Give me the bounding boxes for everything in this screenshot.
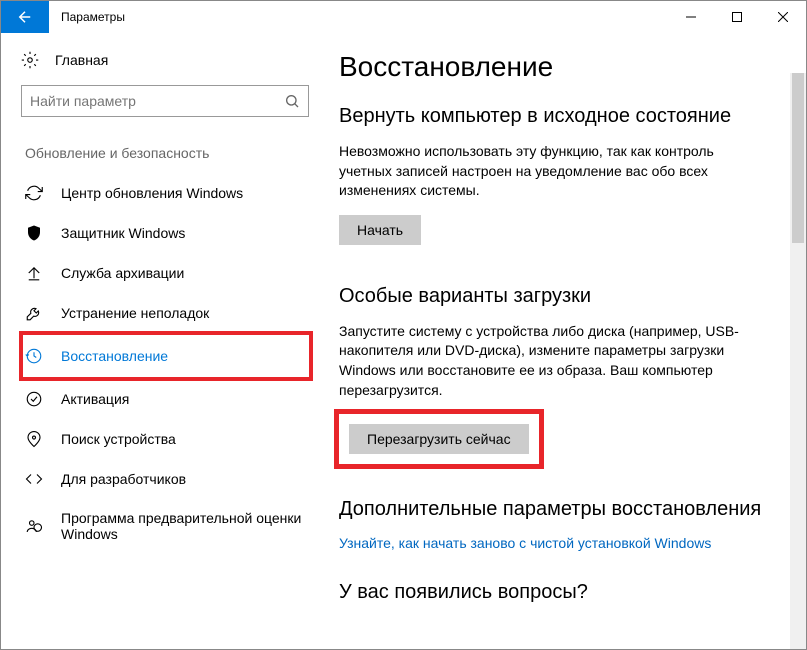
- sidebar-item-label: Служба архивации: [61, 265, 184, 281]
- shield-icon: [25, 224, 43, 242]
- sidebar-item-backup[interactable]: Служба архивации: [21, 253, 311, 293]
- reset-section: Вернуть компьютер в исходное состояние Н…: [339, 105, 770, 245]
- gear-icon: [21, 51, 39, 69]
- advanced-startup-section: Особые варианты загрузки Запустите систе…: [339, 285, 770, 464]
- maximize-button[interactable]: [714, 1, 760, 33]
- sidebar-item-label: Центр обновления Windows: [61, 185, 243, 201]
- scrollbar[interactable]: [790, 73, 806, 649]
- restart-now-button[interactable]: Перезагрузить сейчас: [349, 424, 529, 454]
- advanced-description: Запустите систему с устройства либо диск…: [339, 322, 759, 400]
- sidebar-item-label: Поиск устройства: [61, 431, 176, 447]
- search-input[interactable]: [30, 93, 284, 109]
- location-icon: [25, 430, 43, 448]
- sidebar-item-activation[interactable]: Активация: [21, 379, 311, 419]
- search-box[interactable]: [21, 85, 309, 117]
- sidebar-item-recovery[interactable]: Восстановление: [21, 333, 311, 379]
- reset-heading: Вернуть компьютер в исходное состояние: [339, 105, 770, 128]
- search-icon: [284, 93, 300, 109]
- sidebar-item-find-device[interactable]: Поиск устройства: [21, 419, 311, 459]
- sidebar-item-developers[interactable]: Для разработчиков: [21, 459, 311, 499]
- code-icon: [25, 470, 43, 488]
- check-circle-icon: [25, 390, 43, 408]
- sidebar-item-label: Устранение неполадок: [61, 305, 209, 321]
- history-icon: [25, 347, 43, 365]
- content-area: Восстановление Вернуть компьютер в исход…: [331, 33, 806, 649]
- arrow-left-icon: [16, 8, 34, 26]
- sidebar-item-insider[interactable]: Программа предварительной оценки Windows: [21, 499, 311, 553]
- sidebar-item-update[interactable]: Центр обновления Windows: [21, 173, 311, 213]
- wrench-icon: [25, 304, 43, 322]
- titlebar: Параметры: [1, 1, 806, 33]
- reset-start-button[interactable]: Начать: [339, 215, 421, 245]
- fresh-start-link[interactable]: Узнайте, как начать заново с чистой уста…: [339, 535, 711, 551]
- sidebar-item-label: Восстановление: [61, 348, 168, 364]
- person-ring-icon: [25, 517, 43, 535]
- sidebar-item-troubleshoot[interactable]: Устранение неполадок: [21, 293, 311, 333]
- more-heading: Дополнительные параметры восстановления: [339, 498, 770, 521]
- sync-icon: [25, 184, 43, 202]
- questions-heading: У вас появились вопросы?: [339, 581, 770, 604]
- advanced-heading: Особые варианты загрузки: [339, 285, 770, 308]
- sidebar-item-label: Программа предварительной оценки Windows: [61, 510, 307, 542]
- group-header: Обновление и безопасность: [21, 145, 311, 161]
- home-label: Главная: [55, 52, 108, 68]
- sidebar-item-label: Защитник Windows: [61, 225, 185, 241]
- window-title: Параметры: [61, 10, 125, 24]
- reboot-highlight: Перезагрузить сейчас: [339, 414, 539, 464]
- minimize-button[interactable]: [668, 1, 714, 33]
- sidebar-item-defender[interactable]: Защитник Windows: [21, 213, 311, 253]
- sidebar: Главная Обновление и безопасность Центр …: [1, 33, 331, 649]
- window-controls: [668, 1, 806, 33]
- close-button[interactable]: [760, 1, 806, 33]
- reset-description: Невозможно использовать эту функцию, так…: [339, 142, 759, 201]
- more-recovery-section: Дополнительные параметры восстановления …: [339, 498, 770, 551]
- page-title: Восстановление: [339, 51, 770, 83]
- upload-icon: [25, 264, 43, 282]
- home-link[interactable]: Главная: [21, 51, 311, 69]
- sidebar-item-label: Активация: [61, 391, 129, 407]
- scrollbar-thumb[interactable]: [792, 73, 804, 243]
- sidebar-item-label: Для разработчиков: [61, 471, 186, 487]
- back-button[interactable]: [1, 1, 49, 33]
